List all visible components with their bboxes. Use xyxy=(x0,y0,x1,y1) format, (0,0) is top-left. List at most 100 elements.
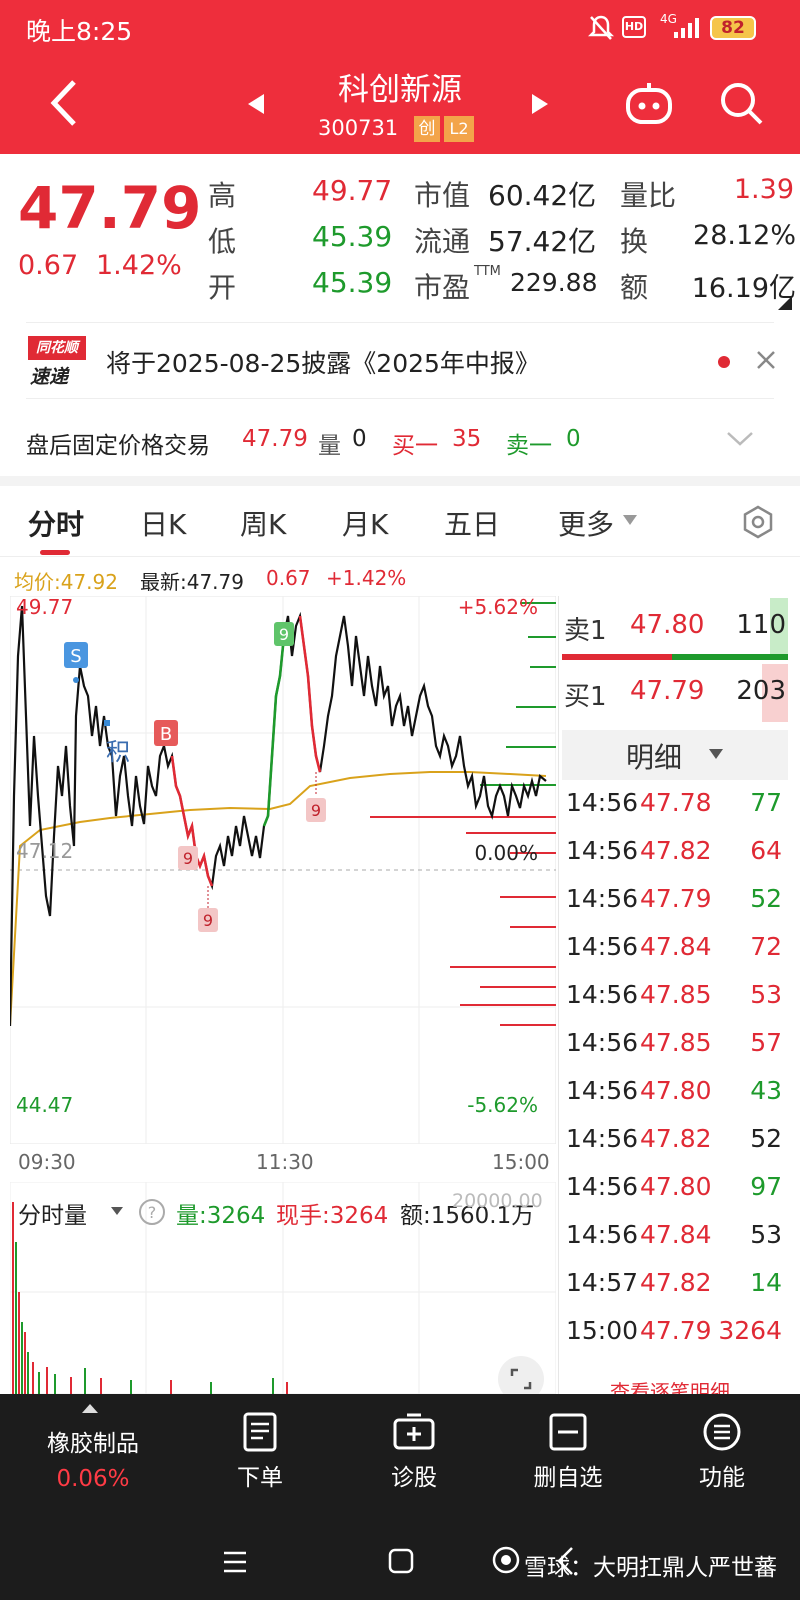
trade-row: 14:57 47.82 14 xyxy=(566,1268,792,1316)
trade-price: 47.82 xyxy=(640,836,712,865)
trade-volume: 43 xyxy=(750,1076,782,1105)
dropdown-icon xyxy=(111,1207,123,1215)
y-min-label: 44.47 xyxy=(16,1093,73,1117)
time-label-noon: 11:30 xyxy=(256,1150,314,1174)
trade-volume: 64 xyxy=(750,836,782,865)
function-label: 功能 xyxy=(699,1465,745,1491)
back-icon[interactable] xyxy=(46,78,80,128)
divider xyxy=(0,556,800,557)
stock-header: 科创新源 300731 创 L2 xyxy=(0,56,800,154)
settings-hex-icon[interactable] xyxy=(740,504,776,540)
status-bar: 晚上8:25 HD 4G 82 xyxy=(0,0,800,56)
float-value: 57.42亿 xyxy=(488,225,597,258)
trade-price: 47.84 xyxy=(640,1220,712,1249)
signal-icon xyxy=(674,18,699,38)
remove-icon xyxy=(549,1413,587,1451)
trade-time: 14:56 xyxy=(566,1124,639,1153)
express-logo: 速递 xyxy=(30,366,69,388)
buy1-price: 47.79 xyxy=(630,676,705,706)
current-hand: 现手:3264 xyxy=(276,1203,389,1229)
trade-row: 15:00 47.79 3264 xyxy=(566,1316,792,1364)
divider xyxy=(26,322,774,323)
notice-text: 将于2025-08-25披露《2025年中报》 xyxy=(106,349,540,378)
recent-apps-icon[interactable] xyxy=(222,1550,248,1574)
open-value: 45.39 xyxy=(312,266,393,299)
close-icon[interactable] xyxy=(756,350,776,370)
after-hours-label: 盘后固定价格交易 xyxy=(26,433,210,459)
avg-price-label: 均价:47.92 xyxy=(14,570,118,594)
trade-row: 14:56 47.80 97 xyxy=(566,1172,792,1220)
notice-banner[interactable]: 同花顺 速递 将于2025-08-25披露《2025年中报》 xyxy=(0,324,800,396)
sell1-volume: 110 xyxy=(736,610,786,640)
trade-price: 47.80 xyxy=(640,1076,712,1105)
divider xyxy=(26,398,774,399)
order-icon xyxy=(243,1412,277,1452)
trade-volume: 57 xyxy=(750,1028,782,1057)
mcap-value: 60.42亿 xyxy=(488,179,597,212)
diagnose-icon xyxy=(393,1413,435,1450)
trade-price: 47.85 xyxy=(640,1028,712,1057)
time-label-close: 15:00 xyxy=(492,1150,550,1174)
help-icon[interactable]: ? xyxy=(138,1198,166,1226)
trade-volume: 52 xyxy=(750,884,782,913)
trade-row: 14:56 47.80 43 xyxy=(566,1076,792,1124)
trade-time: 14:56 xyxy=(566,788,639,817)
trade-time: 14:57 xyxy=(566,1268,639,1297)
status-time: 晚上8:25 xyxy=(26,17,133,46)
sell1-price: 47.80 xyxy=(630,610,705,640)
function-button[interactable]: 功能 xyxy=(662,1412,782,1492)
diagnose-button[interactable]: 诊股 xyxy=(354,1412,474,1492)
trade-time: 14:56 xyxy=(566,932,639,961)
dropdown-icon xyxy=(623,515,637,525)
chinext-badge: 创 xyxy=(414,116,440,142)
open-label: 开 xyxy=(208,271,237,304)
after-hours-price: 47.79 xyxy=(242,426,308,452)
after-buy: 35 xyxy=(452,426,482,452)
detail-title: 明细 xyxy=(626,741,683,774)
sector-name[interactable]: 橡胶制品 xyxy=(30,1424,156,1458)
remove-watchlist-label: 删自选 xyxy=(533,1465,603,1491)
buy-sell-ratio-green xyxy=(672,654,788,660)
intraday-price-chart[interactable]: S B 积 9 9 9 9 49.77 47.12 44.47 +5.62% 0… xyxy=(10,596,556,1144)
chevron-down-icon[interactable] xyxy=(726,430,754,448)
y-max-label: 49.77 xyxy=(16,596,73,619)
hd-icon: HD xyxy=(622,16,646,38)
remove-watchlist-button[interactable]: 删自选 xyxy=(508,1412,628,1492)
section-gap xyxy=(0,476,800,486)
trade-time: 14:56 xyxy=(566,1076,639,1105)
mcap-label: 市值 xyxy=(414,179,471,212)
trade-row: 14:56 47.85 53 xyxy=(566,980,792,1028)
price-change: 0.67 xyxy=(18,250,79,281)
stock-code: 300731 xyxy=(318,116,399,140)
trade-price: 47.84 xyxy=(640,932,712,961)
tab-daily-k[interactable]: 日K xyxy=(140,503,186,543)
trade-row: 14:56 47.78 77 xyxy=(566,788,792,836)
tab-more[interactable]: 更多 xyxy=(558,503,614,543)
sector-pct: 0.06% xyxy=(56,1466,130,1492)
trade-time: 14:56 xyxy=(566,836,639,865)
trade-price: 47.80 xyxy=(640,1172,712,1201)
amount-label: 额 xyxy=(620,271,649,304)
robot-icon[interactable] xyxy=(624,80,674,126)
low-label: 低 xyxy=(208,225,237,258)
home-icon[interactable] xyxy=(388,1548,414,1574)
pe-value: 229.88 xyxy=(510,268,598,297)
detail-header[interactable]: 明细 xyxy=(562,730,788,780)
td9-text: 9 xyxy=(311,801,321,820)
order-button[interactable]: 下单 xyxy=(200,1412,320,1492)
search-icon[interactable] xyxy=(718,80,764,126)
td9-text: 9 xyxy=(279,625,289,644)
tab-weekly-k[interactable]: 周K xyxy=(240,503,286,543)
volume-type-select[interactable]: 分时量 xyxy=(18,1196,87,1230)
dropdown-icon xyxy=(709,749,723,759)
tab-intraday[interactable]: 分时 xyxy=(28,503,84,543)
vol-ratio-value: 1.39 xyxy=(733,174,794,205)
view-tick-details-link[interactable]: 查看逐笔明细 xyxy=(610,1376,730,1394)
tab-monthly-k[interactable]: 月K xyxy=(342,503,388,543)
sell-signal-text: S xyxy=(70,646,81,667)
volume-scale-label: 20000.00 xyxy=(452,1190,543,1212)
tab-five-day[interactable]: 五日 xyxy=(444,503,500,543)
y-base-label: 47.12 xyxy=(16,839,73,863)
trade-volume: 3264 xyxy=(718,1316,782,1345)
next-stock-icon[interactable] xyxy=(530,92,550,116)
